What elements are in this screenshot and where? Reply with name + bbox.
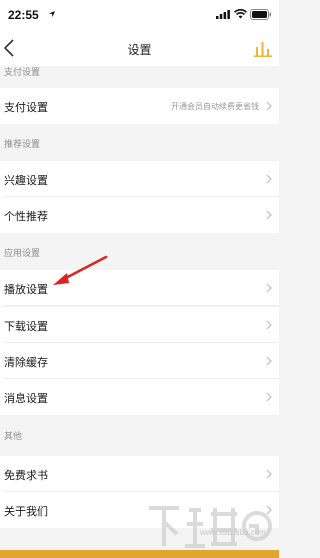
settings-row-messages[interactable]: 消息设置 [0,379,279,415]
row-label: 清除缓存 [4,356,48,369]
chevron-right-icon [266,356,272,366]
page-title: 设置 [127,43,152,57]
chevron-right-icon [266,101,272,111]
section-header-other: 其他 [4,432,23,442]
stats-bars-icon[interactable] [254,40,272,57]
row-label: 免费求书 [4,469,48,482]
chevron-right-icon [266,392,272,402]
watermark-logo [149,506,272,548]
location-arrow-icon [49,11,55,17]
chevron-right-icon [266,320,272,330]
wifi-icon [234,9,247,19]
status-bar: 22:55 [0,0,279,30]
row-label: 下载设置 [4,320,48,333]
chevron-right-icon [266,469,272,479]
row-label: 消息设置 [4,392,48,405]
row-label: 播放设置 [4,283,48,296]
chevron-right-icon [266,210,272,220]
signal-icon [216,10,230,19]
nav-bar: 设置 [0,30,279,66]
settings-row-interest[interactable]: 兴趣设置 [0,161,279,197]
settings-row-playback[interactable]: 播放设置 [0,270,279,306]
chevron-right-icon [266,174,272,184]
row-label: 支付设置 [4,101,48,114]
settings-row-clear-cache[interactable]: 清除缓存 [0,343,279,379]
battery-icon [250,9,271,20]
divider [4,305,279,306]
row-label: 关于我们 [4,505,48,518]
settings-row-payment[interactable]: 支付设置 开通会员自动续费更省钱 [0,88,279,124]
section-header-recommend: 推荐设置 [4,140,41,150]
settings-row-personal-recommend[interactable]: 个性推荐 [0,197,279,233]
row-value-promo: 开通会员自动续费更省钱 [171,102,259,111]
watermark-url: www.xiazaiba.com [200,528,266,537]
chevron-right-icon [266,283,272,293]
status-time: 22:55 [8,8,39,22]
row-label: 个性推荐 [4,210,48,223]
row-label: 兴趣设置 [4,174,48,187]
section-header-app: 应用设置 [4,249,41,259]
settings-row-download[interactable]: 下载设置 [0,307,279,343]
bottom-accent-bar [0,550,279,558]
settings-row-free-books[interactable]: 免费求书 [0,456,279,492]
annotation-arrow-icon [53,255,108,285]
section-header-payment: 支付设置 [4,68,41,78]
